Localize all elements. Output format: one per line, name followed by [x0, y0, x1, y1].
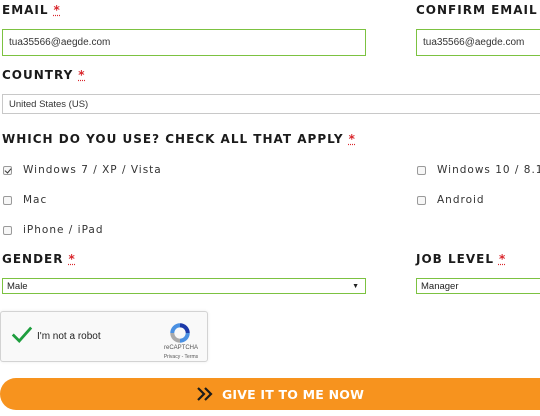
country-label-text: COUNTRY: [2, 68, 74, 82]
gender-label-text: GENDER: [2, 252, 64, 266]
submit-label: GIVE IT TO ME NOW: [221, 386, 365, 402]
double-chevron-right-icon: [196, 387, 214, 401]
devices-label: WHICH DO YOU USE? CHECK ALL THAT APPLY *: [2, 132, 356, 146]
job-level-select[interactable]: Manager: [416, 278, 540, 294]
recaptcha-links[interactable]: Privacy - Terms: [159, 354, 203, 360]
checkbox-windows-7[interactable]: Windows 7 / XP / Vista: [3, 164, 162, 176]
gender-value: Male: [7, 280, 28, 292]
country-label: COUNTRY *: [2, 68, 86, 82]
devices-label-text: WHICH DO YOU USE? CHECK ALL THAT APPLY: [2, 132, 344, 146]
recaptcha-brand: reCAPTCHA: [163, 345, 198, 351]
checkbox-iphone-ipad[interactable]: iPhone / iPad: [3, 224, 104, 236]
checkbox-android[interactable]: Android: [417, 194, 485, 206]
confirm-email-label: CONFIRM EMAIL*: [416, 3, 540, 17]
email-label-text: EMAIL: [2, 3, 49, 17]
checkmark-icon[interactable]: [11, 324, 33, 346]
recaptcha-text: I'm not a robot: [37, 331, 101, 342]
country-value: United States (US): [9, 98, 89, 110]
dropdown-arrow-icon[interactable]: ▼: [352, 283, 359, 290]
checkbox-label: Mac: [23, 194, 48, 206]
required-marker: *: [53, 3, 61, 17]
job-level-label-text: JOB LEVEL: [416, 252, 494, 266]
checkbox-checked-icon[interactable]: [3, 165, 12, 175]
checkbox-windows-10[interactable]: Windows 10 / 8.1 /: [417, 164, 540, 176]
job-level-value: Manager: [421, 280, 459, 292]
confirm-email-field[interactable]: tua35566@aegde.com: [416, 29, 540, 56]
checkbox-label: Windows 10 / 8.1 /: [437, 164, 540, 176]
recaptcha-logo-icon: [170, 323, 190, 343]
checkbox-icon[interactable]: [417, 195, 426, 205]
email-label: EMAIL *: [2, 3, 61, 17]
checkbox-icon[interactable]: [417, 165, 426, 175]
confirm-email-value: tua35566@aegde.com: [423, 37, 525, 48]
country-select[interactable]: United States (US): [2, 94, 540, 114]
checkbox-icon[interactable]: [3, 195, 12, 205]
gender-select[interactable]: Male ▼: [2, 278, 366, 294]
submit-button[interactable]: GIVE IT TO ME NOW: [0, 378, 540, 410]
email-field[interactable]: tua35566@aegde.com: [2, 29, 366, 56]
required-marker: *: [68, 252, 76, 266]
confirm-email-label-text: CONFIRM EMAIL: [416, 3, 538, 17]
checkbox-mac[interactable]: Mac: [3, 194, 47, 206]
required-marker: *: [348, 132, 356, 146]
checkbox-icon[interactable]: [3, 225, 12, 235]
checkbox-label: iPhone / iPad: [23, 224, 104, 236]
recaptcha-widget: I'm not a robot reCAPTCHA Privacy - Term…: [0, 311, 208, 362]
checkbox-label: Windows 7 / XP / Vista: [23, 164, 162, 176]
checkbox-label: Android: [437, 194, 485, 206]
job-level-label: JOB LEVEL *: [416, 252, 506, 266]
required-marker: *: [498, 252, 507, 266]
gender-label: GENDER *: [2, 252, 76, 266]
email-value: tua35566@aegde.com: [9, 37, 111, 48]
required-marker: *: [78, 68, 86, 82]
